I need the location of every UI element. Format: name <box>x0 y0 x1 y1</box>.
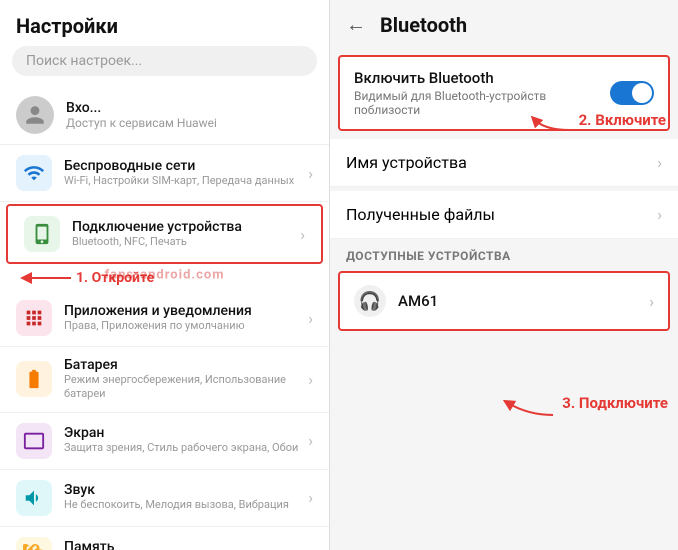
device-name: AM61 <box>398 292 438 310</box>
menu-item-apps[interactable]: Приложения и уведомления Права, Приложен… <box>0 290 329 347</box>
device-name-chevron: › <box>657 153 662 172</box>
device-chevron: › <box>300 225 305 244</box>
battery-title: Батарея <box>64 357 308 373</box>
bluetooth-toggle[interactable] <box>610 81 654 105</box>
storage-icon <box>16 537 52 550</box>
battery-text: Батарея Режим энергосбережения, Использо… <box>64 357 308 402</box>
user-sub: Доступ к сервисам Huawei <box>66 116 217 130</box>
wifi-icon <box>16 155 52 191</box>
settings-title: Настройки <box>0 0 329 46</box>
bt-toggle-title: Включить Bluetooth <box>354 69 610 87</box>
device-item-left: 🎧 AM61 <box>354 285 438 317</box>
screen-text: Экран Защита зрения, Стиль рабочего экра… <box>64 425 308 455</box>
menu-item-wifi[interactable]: Беспроводные сети Wi-Fi, Настройки SIM-к… <box>0 145 329 202</box>
headphones-icon: 🎧 <box>354 285 386 317</box>
menu-list: Беспроводные сети Wi-Fi, Настройки SIM-к… <box>0 145 329 550</box>
received-files-label: Полученные файлы <box>346 205 495 224</box>
annotation-connect: 3. Подключите <box>498 385 668 420</box>
menu-item-device[interactable]: Подключение устройства Bluetooth, NFC, П… <box>6 204 323 264</box>
avatar <box>16 96 54 134</box>
menu-item-battery[interactable]: Батарея Режим энергосбережения, Использо… <box>0 347 329 413</box>
storage-title: Память <box>64 539 308 550</box>
arrow-svg <box>16 268 76 288</box>
screen-title: Экран <box>64 425 308 441</box>
screen-icon <box>16 423 52 459</box>
menu-item-storage[interactable]: Память Память, Очистка памяти › <box>0 527 329 550</box>
user-info: Вхо... Доступ к сервисам Huawei <box>66 100 217 130</box>
screen-sub: Защита зрения, Стиль рабочего экрана, Об… <box>64 441 308 455</box>
apps-text: Приложения и уведомления Права, Приложен… <box>64 303 308 333</box>
sound-sub: Не беспокоить, Мелодия вызова, Вибрация <box>64 498 308 512</box>
device-chevron: › <box>649 292 654 311</box>
storage-text: Память Память, Очистка памяти <box>64 539 308 550</box>
annotation-open-label: 1. Откройте <box>76 270 154 286</box>
apps-chevron: › <box>308 309 313 328</box>
screen-chevron: › <box>308 431 313 450</box>
wifi-title: Беспроводные сети <box>64 158 308 174</box>
wifi-chevron: › <box>308 164 313 183</box>
received-files-chevron: › <box>657 205 662 224</box>
wifi-text: Беспроводные сети Wi-Fi, Настройки SIM-к… <box>64 158 308 188</box>
back-button[interactable]: ← <box>346 12 366 37</box>
wifi-sub: Wi-Fi, Настройки SIM-карт, Передача данн… <box>64 174 308 188</box>
right-panel: ← Bluetooth Включить Bluetooth Видимый д… <box>330 0 678 550</box>
user-row[interactable]: Вхо... Доступ к сервисам Huawei <box>0 86 329 145</box>
search-input[interactable]: Поиск настроек... <box>12 46 317 76</box>
battery-sub: Режим энергосбережения, Использование ба… <box>64 373 308 402</box>
device-name-row[interactable]: Имя устройства › <box>330 139 678 187</box>
storage-chevron: › <box>308 545 313 550</box>
available-devices-label: ДОСТУПНЫЕ УСТРОЙСТВА <box>330 241 678 267</box>
device-icon <box>24 216 60 252</box>
menu-item-sound[interactable]: Звук Не беспокоить, Мелодия вызова, Вибр… <box>0 470 329 527</box>
device-sub: Bluetooth, NFC, Печать <box>72 235 300 249</box>
received-files-row[interactable]: Полученные файлы › <box>330 191 678 239</box>
device-name-label: Имя устройства <box>346 153 467 172</box>
device-title: Подключение устройства <box>72 219 300 235</box>
annotation-enable: 2. Включите <box>525 105 666 135</box>
sound-chevron: › <box>308 488 313 507</box>
sound-title: Звук <box>64 482 308 498</box>
apps-title: Приложения и уведомления <box>64 303 308 319</box>
sound-icon <box>16 480 52 516</box>
battery-icon <box>16 361 52 397</box>
user-name: Вхо... <box>66 100 217 116</box>
sound-text: Звук Не беспокоить, Мелодия вызова, Вибр… <box>64 482 308 512</box>
annotation-open-container: 1. Откройте <box>0 266 329 290</box>
apps-icon <box>16 300 52 336</box>
battery-chevron: › <box>308 370 313 389</box>
menu-item-screen[interactable]: Экран Защита зрения, Стиль рабочего экра… <box>0 413 329 470</box>
device-item[interactable]: 🎧 AM61 › <box>338 271 670 331</box>
right-header: ← Bluetooth <box>330 0 678 49</box>
bluetooth-title: Bluetooth <box>380 13 467 37</box>
device-text: Подключение устройства Bluetooth, NFC, П… <box>72 219 300 249</box>
apps-sub: Права, Приложения по умолчанию <box>64 319 308 333</box>
